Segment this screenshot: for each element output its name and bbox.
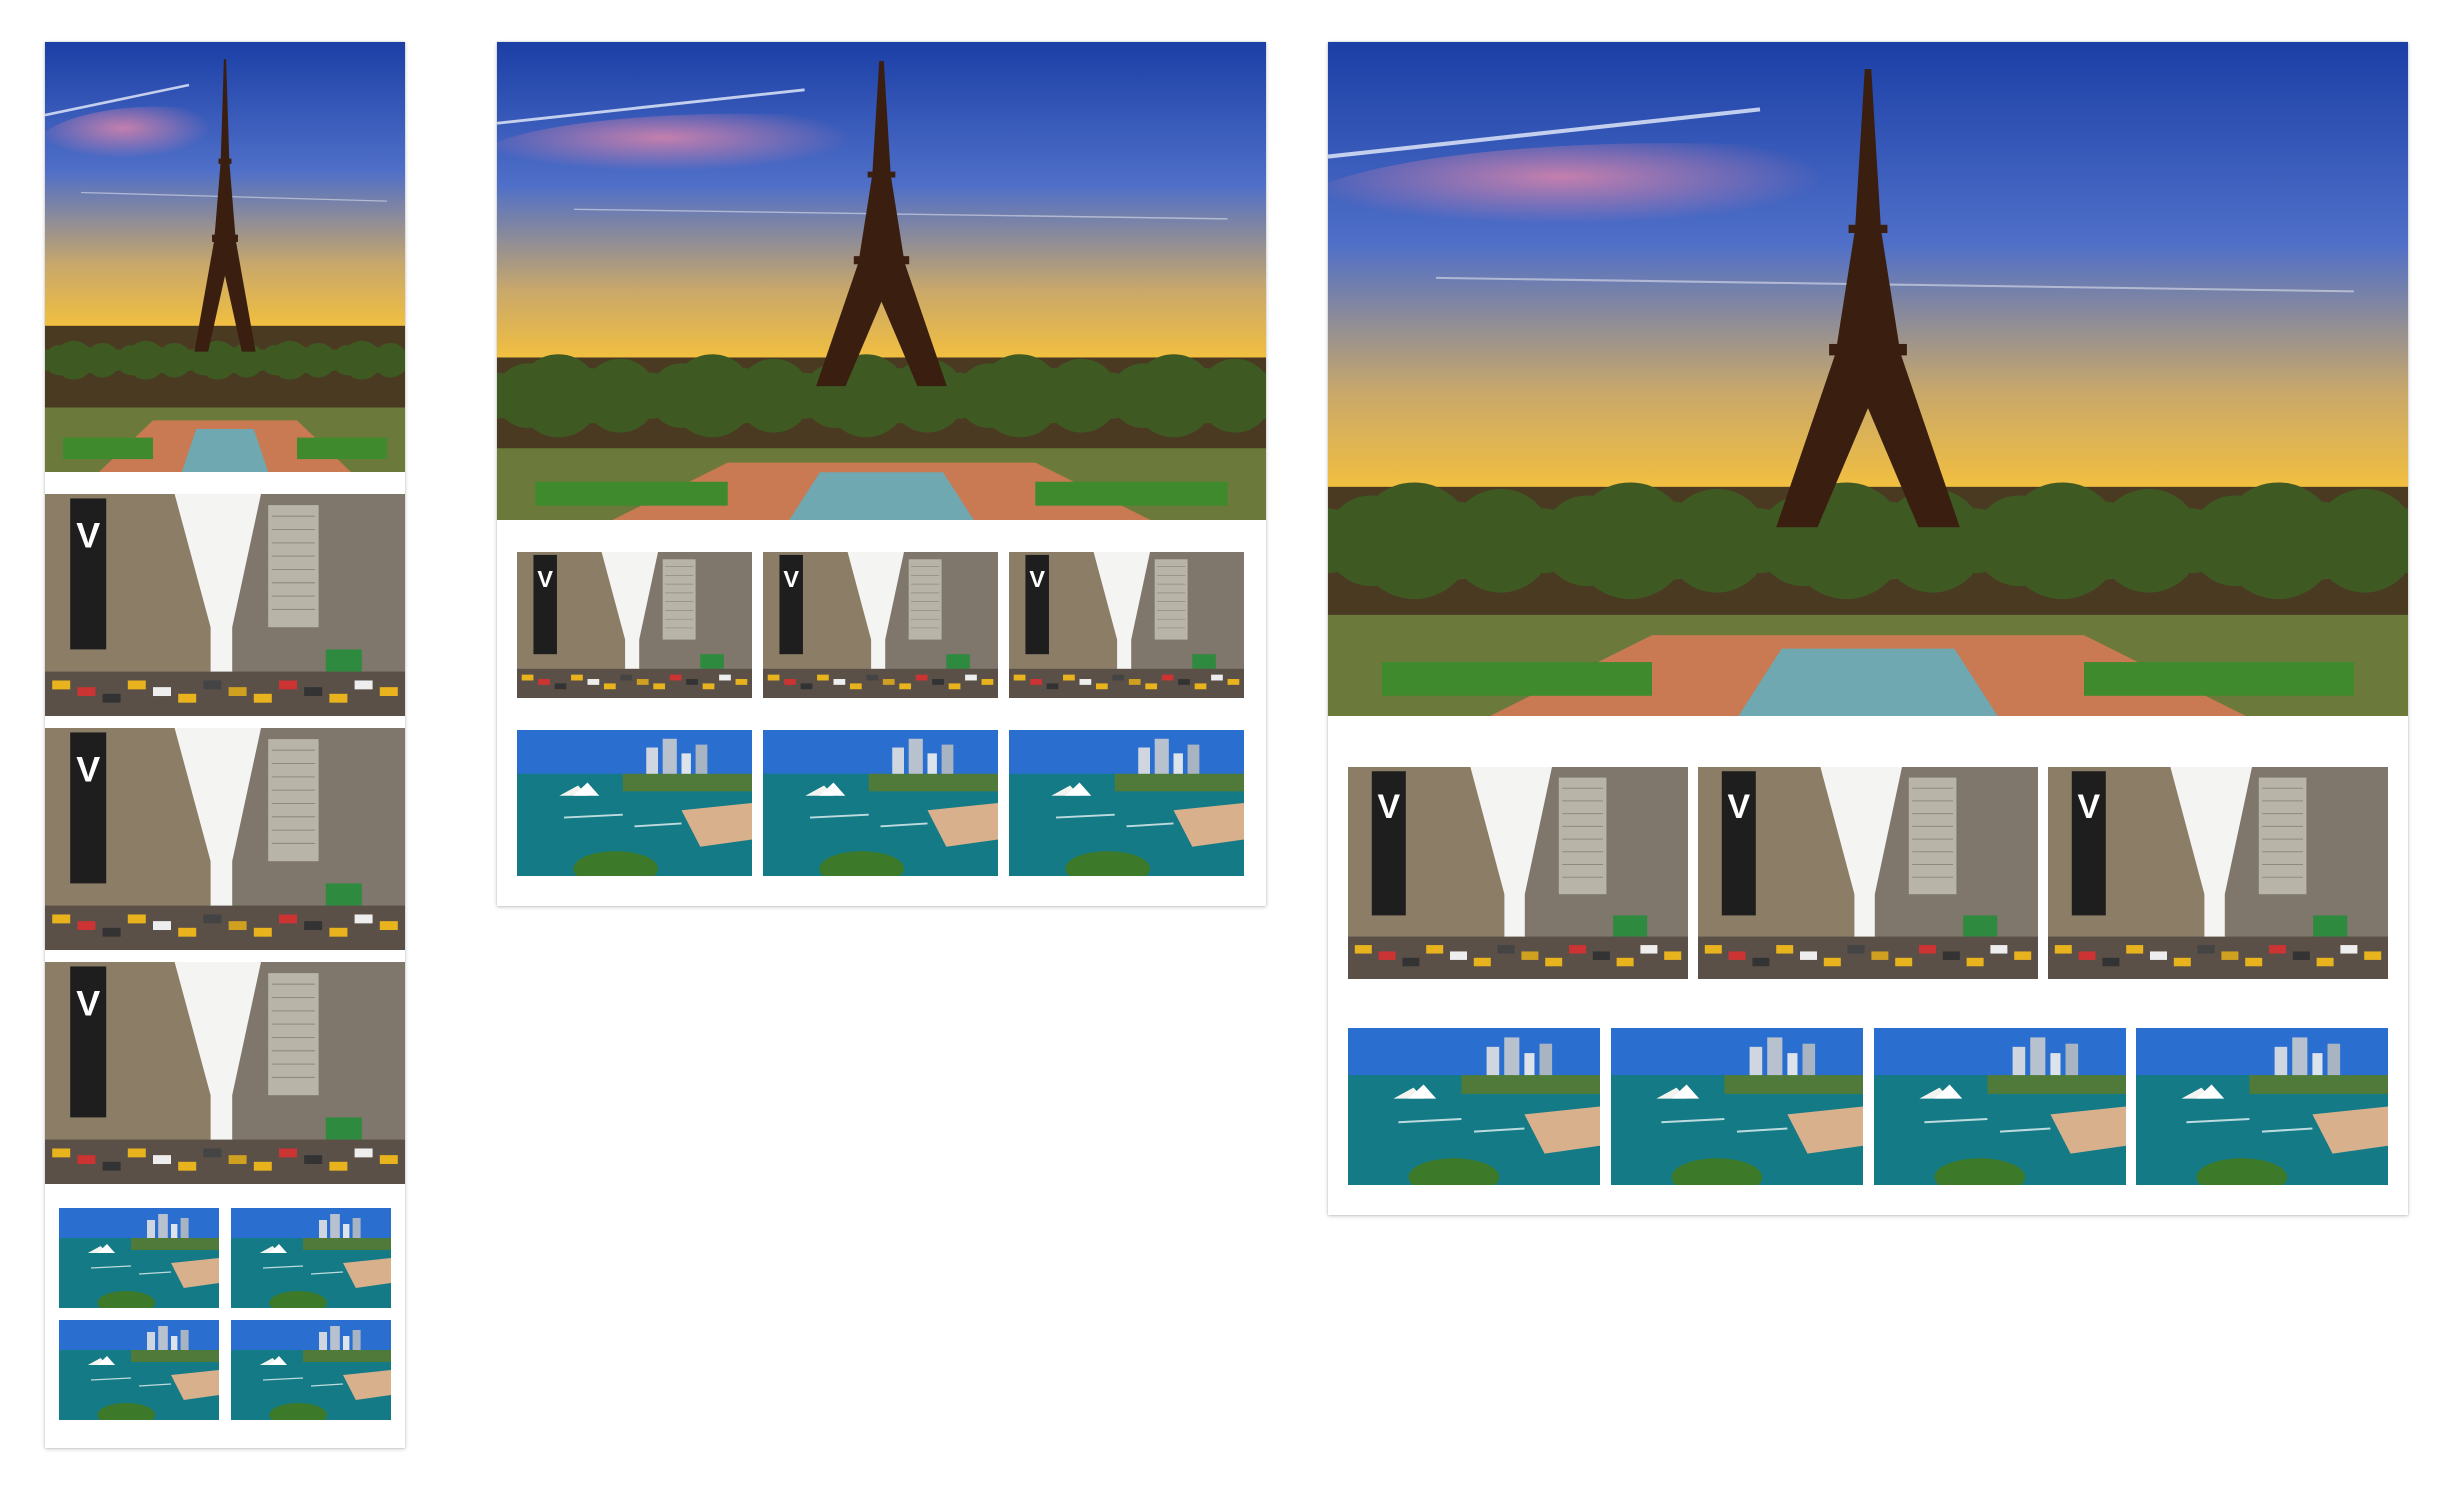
harbor-photo[interactable] xyxy=(231,1208,391,1308)
harbor-photo[interactable] xyxy=(1874,1028,2126,1185)
hero-photo-eiffel[interactable] xyxy=(497,42,1266,520)
street-photo[interactable]: V xyxy=(45,494,405,716)
street-photo[interactable]: V xyxy=(45,962,405,1184)
harbor-photo[interactable] xyxy=(763,730,998,876)
harbor-photo[interactable] xyxy=(1348,1028,1600,1185)
svg-text:V: V xyxy=(1029,566,1045,592)
svg-text:V: V xyxy=(2077,788,2100,826)
svg-text:V: V xyxy=(1727,788,1750,826)
layout-mobile-card: V V V xyxy=(45,42,405,1448)
svg-text:V: V xyxy=(783,566,799,592)
harbor-photo[interactable] xyxy=(231,1320,391,1420)
street-photo[interactable]: V xyxy=(1009,552,1244,698)
harbor-photo[interactable] xyxy=(1611,1028,1863,1185)
street-photo[interactable]: V xyxy=(517,552,752,698)
harbor-photo[interactable] xyxy=(1009,730,1244,876)
harbor-photo[interactable] xyxy=(59,1320,219,1420)
hero-photo-eiffel[interactable] xyxy=(1328,42,2408,716)
layout-tablet-card: V V V xyxy=(497,42,1266,906)
street-photo[interactable]: V xyxy=(763,552,998,698)
svg-text:V: V xyxy=(76,983,100,1023)
street-photo[interactable]: V xyxy=(1698,767,2038,979)
layout-desktop-card: V V V xyxy=(1328,42,2408,1215)
svg-text:V: V xyxy=(1377,788,1400,826)
svg-text:V: V xyxy=(76,749,100,789)
harbor-photo[interactable] xyxy=(517,730,752,876)
svg-text:V: V xyxy=(76,515,100,555)
harbor-photo[interactable] xyxy=(59,1208,219,1308)
street-photo[interactable]: V xyxy=(2048,767,2388,979)
svg-text:V: V xyxy=(537,566,553,592)
street-photo[interactable]: V xyxy=(1348,767,1688,979)
harbor-photo[interactable] xyxy=(2136,1028,2388,1185)
gallery-canvas: V V V V V V V V V xyxy=(0,0,2453,1491)
hero-photo-eiffel[interactable] xyxy=(45,42,405,472)
street-photo[interactable]: V xyxy=(45,728,405,950)
